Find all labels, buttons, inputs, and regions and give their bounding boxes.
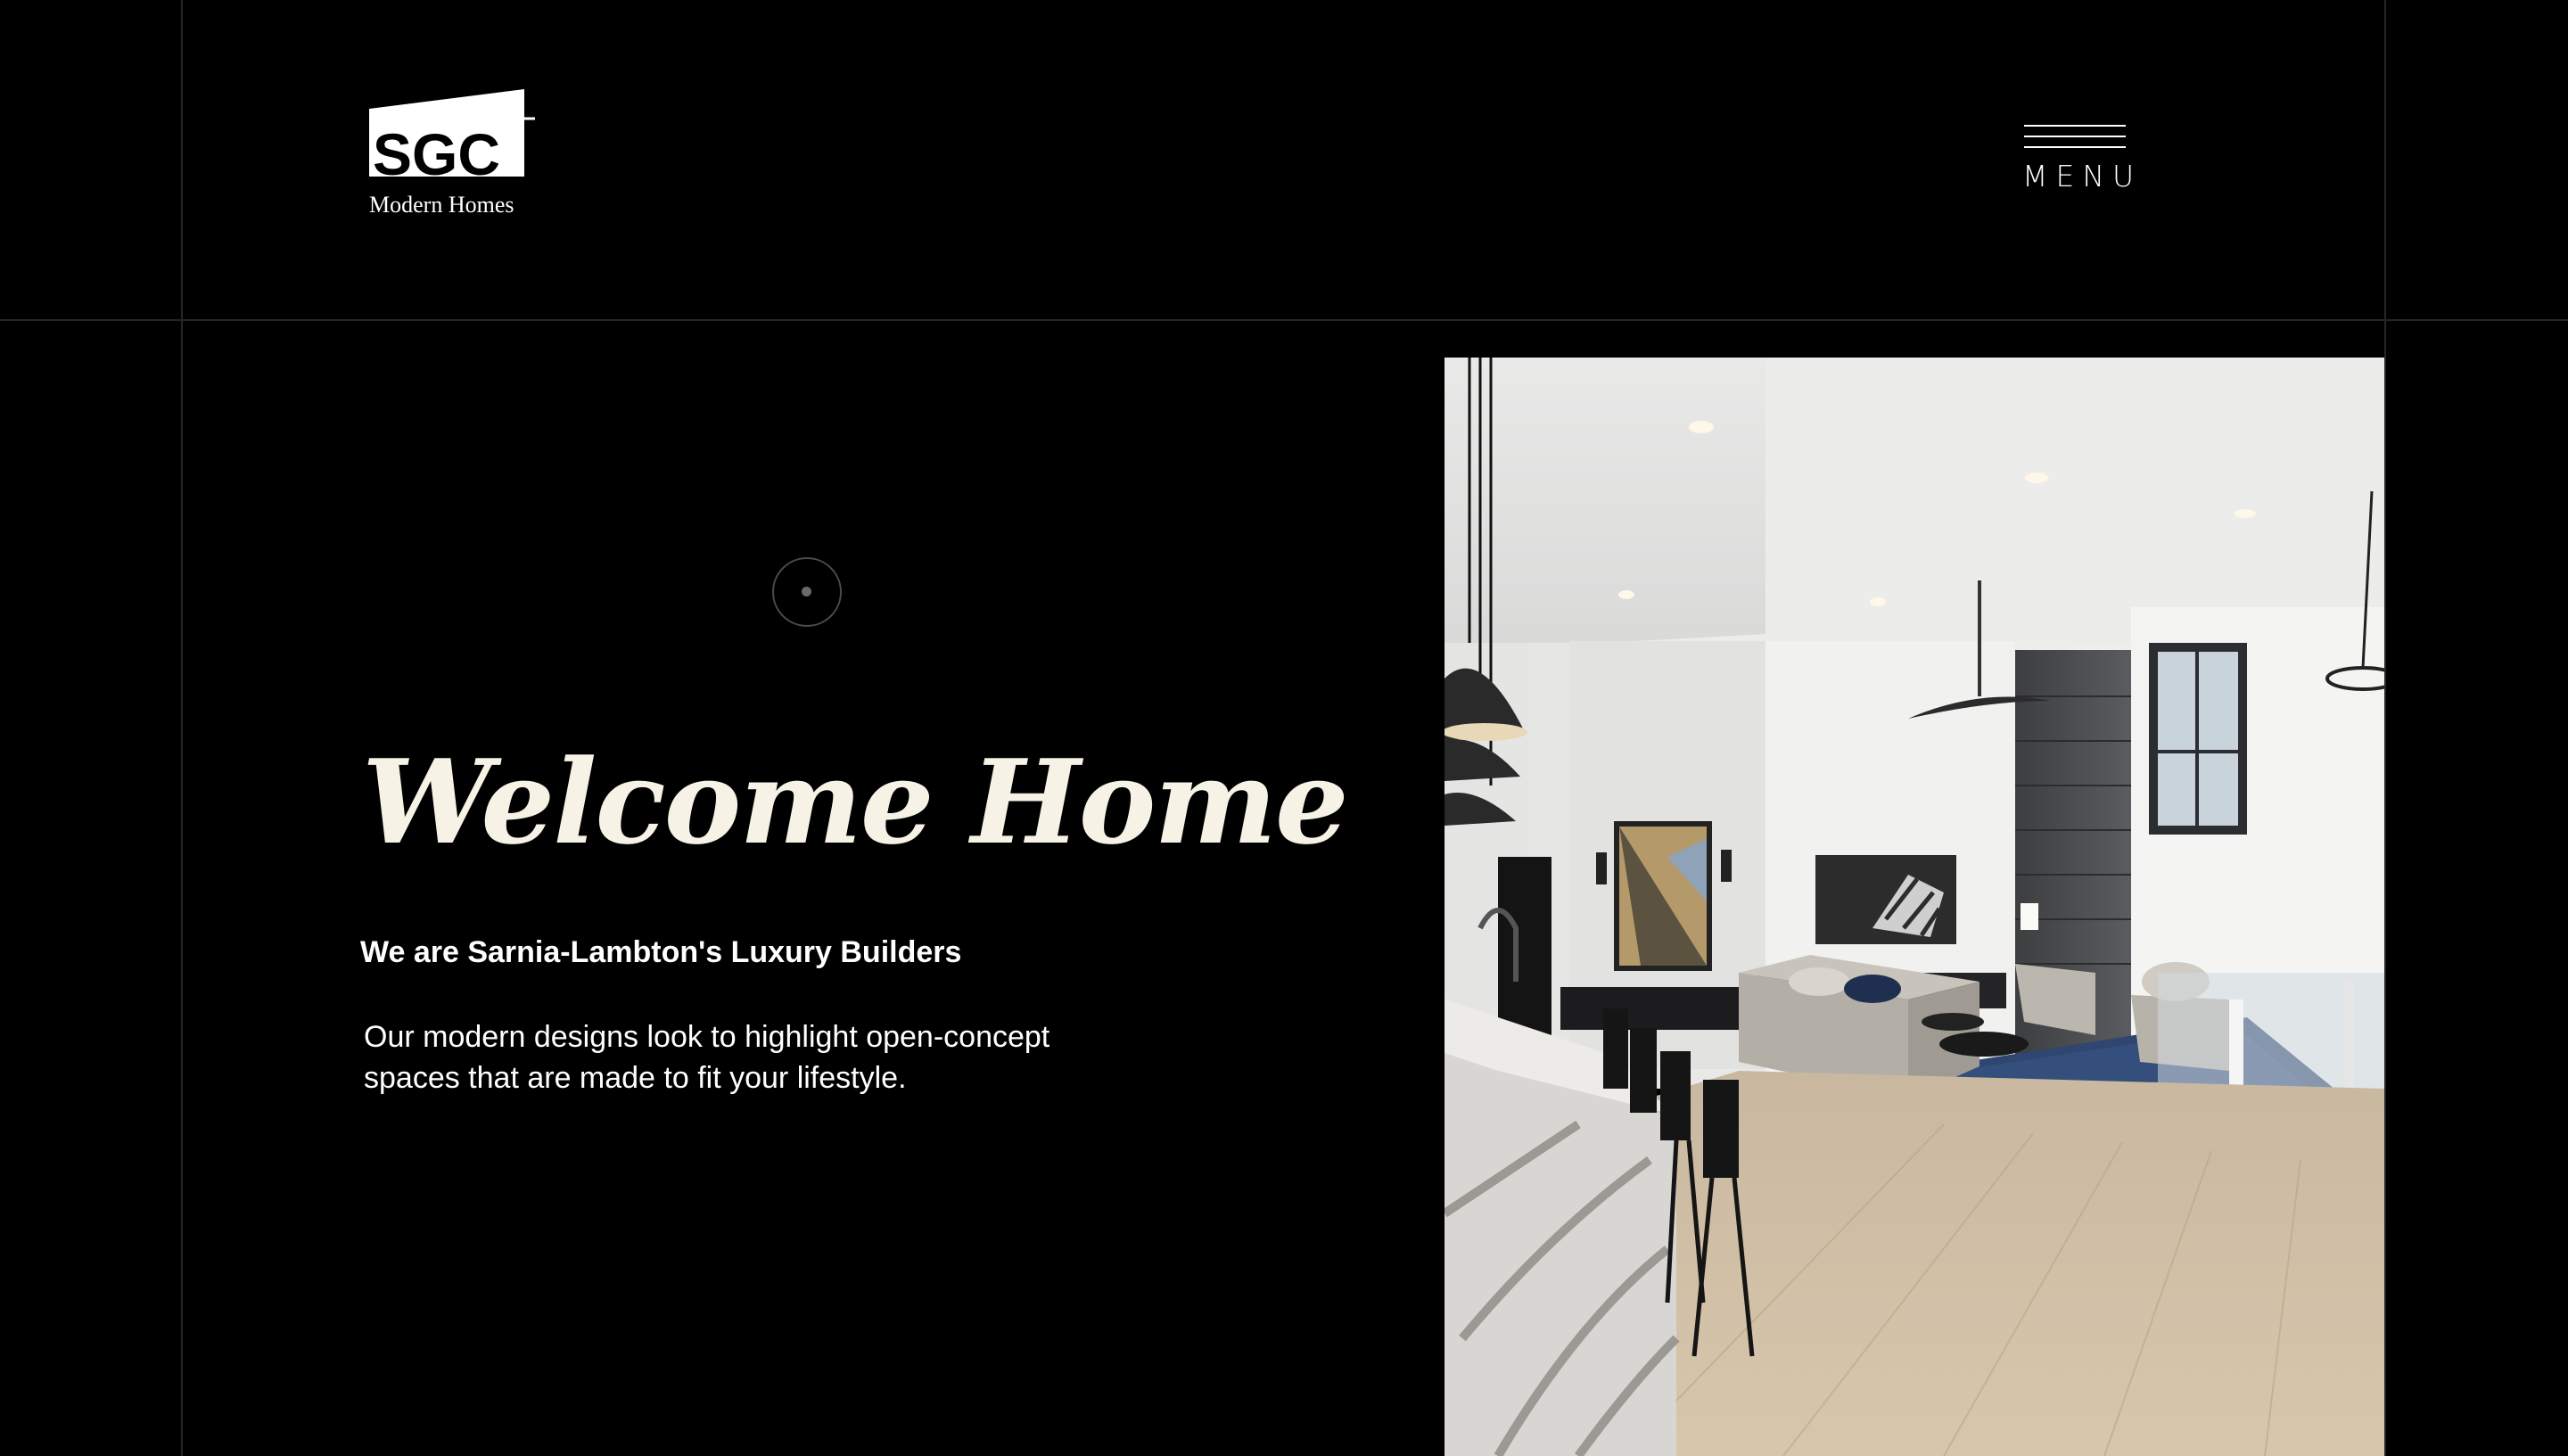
interior-photo <box>1444 358 2384 1456</box>
grid-line-left <box>181 0 183 1456</box>
logo-letters: SGC <box>373 121 501 187</box>
living-room-image <box>1444 358 2384 1456</box>
grid-line-right <box>2384 0 2386 1456</box>
hamburger-icon <box>2024 125 2126 157</box>
menu-label: MENU <box>2022 159 2143 193</box>
hero-description: Our modern designs look to highlight ope… <box>364 1016 1166 1098</box>
scroll-indicator-icon[interactable] <box>772 557 842 627</box>
hero-description-line: Our modern designs look to highlight ope… <box>364 1020 1050 1054</box>
logo-link[interactable]: SGC Modern Homes <box>367 87 546 221</box>
hero-subtitle: We are Sarnia-Lambton's Luxury Builders <box>360 935 962 969</box>
hero-description-line: spaces that are made to fit your lifesty… <box>364 1061 907 1095</box>
hero-title: Welcome Home <box>362 734 1349 870</box>
logo-subtitle: Modern Homes <box>369 192 514 218</box>
menu-button[interactable]: MENU <box>2019 125 2134 198</box>
indicator-dot <box>802 587 811 596</box>
header-divider <box>0 319 2568 321</box>
